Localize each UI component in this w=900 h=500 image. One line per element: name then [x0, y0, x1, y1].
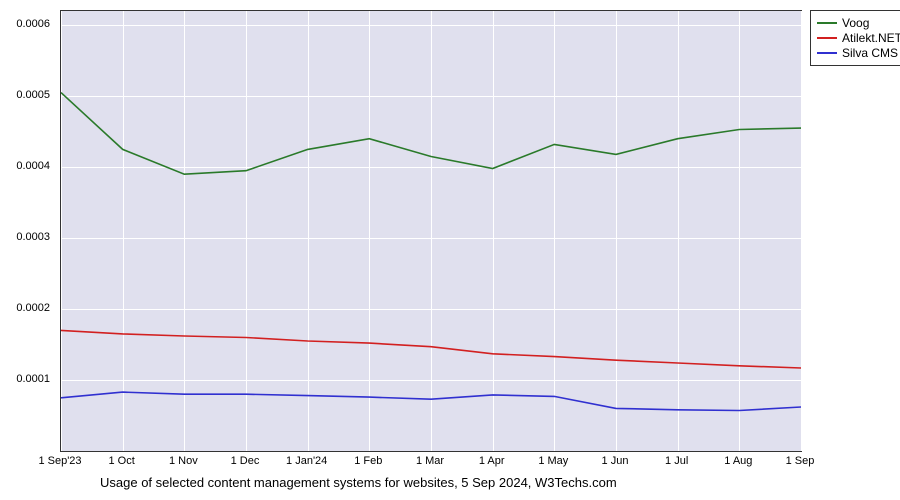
y-tick-label: 0.0006 — [16, 18, 50, 30]
y-tick-label: 0.0002 — [16, 302, 50, 314]
chart-container: 0.0001 0.0002 0.0003 0.0004 0.0005 0.0006 1 S… — [0, 0, 900, 500]
y-tick-label: 0.0004 — [16, 160, 50, 172]
y-tick-label: 0.0003 — [16, 231, 50, 243]
chart-caption: Usage of selected content management sys… — [100, 475, 617, 490]
x-tick-label: 1 May — [538, 455, 568, 467]
legend-item: Silva CMS — [817, 46, 900, 60]
y-axis-ticks: 0.0001 0.0002 0.0003 0.0004 0.0005 0.0006 — [0, 10, 55, 450]
y-tick-label: 0.0001 — [16, 373, 50, 385]
legend-label: Silva CMS — [842, 46, 898, 60]
legend-color-line — [817, 37, 837, 39]
grid-line-v — [801, 11, 802, 451]
series-line — [61, 330, 801, 368]
legend-color-line — [817, 22, 837, 24]
x-tick-label: 1 Jul — [665, 455, 688, 467]
legend-color-line — [817, 52, 837, 54]
x-tick-label: 1 Sep — [786, 455, 815, 467]
x-tick-label: 1 Mar — [416, 455, 444, 467]
x-tick-label: 1 Aug — [724, 455, 752, 467]
legend-item: Atilekt.NET — [817, 31, 900, 45]
x-tick-label: 1 Jun — [602, 455, 629, 467]
x-tick-label: 1 Oct — [109, 455, 135, 467]
legend-label: Voog — [842, 16, 869, 30]
series-line — [61, 93, 801, 175]
chart-lines — [61, 11, 801, 451]
plot-area — [60, 10, 802, 452]
legend: VoogAtilekt.NETSilva CMS — [810, 10, 900, 66]
y-tick-label: 0.0005 — [16, 89, 50, 101]
x-tick-label: 1 Nov — [169, 455, 198, 467]
legend-item: Voog — [817, 16, 900, 30]
series-line — [61, 392, 801, 410]
x-tick-label: 1 Feb — [354, 455, 382, 467]
x-tick-label: 1 Dec — [231, 455, 260, 467]
x-tick-label: 1 Jan'24 — [286, 455, 327, 467]
x-tick-label: 1 Sep'23 — [38, 455, 81, 467]
x-tick-label: 1 Apr — [479, 455, 505, 467]
legend-label: Atilekt.NET — [842, 31, 900, 45]
